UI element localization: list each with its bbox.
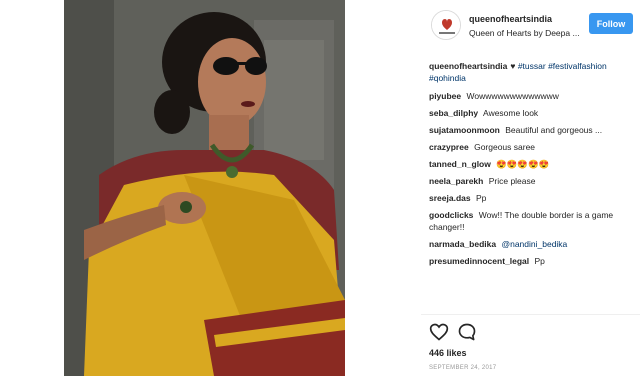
comment-username[interactable]: tanned_n_glow bbox=[429, 159, 491, 169]
comment-username[interactable]: sujatamoonmoon bbox=[429, 125, 500, 135]
comment-username[interactable]: seba_dilphy bbox=[429, 108, 478, 118]
comment: piyubee Wowwwwwwwwwwwww bbox=[429, 90, 634, 102]
post-actions bbox=[429, 322, 634, 344]
caption: queenofheartsindia ♥ #tussar #festivalfas… bbox=[429, 60, 634, 84]
avatar[interactable] bbox=[431, 10, 461, 40]
comment: goodclicks Wow!! The double border is a … bbox=[429, 209, 634, 233]
likes-count[interactable]: 446 likes bbox=[429, 348, 467, 358]
comment-text: Gorgeous saree bbox=[474, 142, 536, 152]
comment-text: Wowwwwwwwwwwwww bbox=[466, 91, 559, 101]
hashtag-tussar[interactable]: #tussar bbox=[518, 61, 546, 71]
divider bbox=[421, 314, 640, 315]
comment-username[interactable]: presumedinnocent_legal bbox=[429, 256, 529, 266]
follow-button[interactable]: Follow bbox=[589, 13, 633, 34]
comment-text: Pp bbox=[475, 193, 487, 203]
comment-text: Beautiful and gorgeous ... bbox=[505, 125, 603, 135]
comment-username[interactable]: narmada_bedika bbox=[429, 239, 496, 249]
comment-username[interactable]: piyubee bbox=[429, 91, 461, 101]
comment: seba_dilphy Awesome look bbox=[429, 107, 634, 119]
post-date: SEPTEMBER 24, 2017 bbox=[429, 365, 497, 371]
comment: sreeja.das Pp bbox=[429, 192, 634, 204]
comment-text: Pp bbox=[534, 256, 545, 266]
hashtag-qohindia[interactable]: #qohindia bbox=[429, 73, 466, 83]
post-header: queenofheartsindia Queen of Hearts by De… bbox=[421, 0, 640, 52]
comment: sujatamoonmoon Beautiful and gorgeous ..… bbox=[429, 124, 634, 136]
comment-username[interactable]: goodclicks bbox=[429, 210, 473, 220]
post-sidebar: queenofheartsindia Queen of Hearts by De… bbox=[421, 0, 640, 376]
post-photo[interactable] bbox=[64, 0, 345, 376]
comments-list: queenofheartsindia ♥ #tussar #festivalfas… bbox=[429, 60, 634, 272]
comment-username[interactable]: neela_parekh bbox=[429, 176, 483, 186]
comment: crazypree Gorgeous saree bbox=[429, 141, 634, 153]
heart-icon[interactable] bbox=[429, 322, 449, 342]
speech-bubble-icon[interactable] bbox=[457, 322, 477, 342]
header-username[interactable]: queenofheartsindia bbox=[469, 14, 552, 24]
comment-username[interactable]: crazypree bbox=[429, 142, 469, 152]
comment-text: 😍😍😍😍😍 bbox=[496, 159, 550, 169]
hashtag-festivalfashion[interactable]: #festivalfashion bbox=[548, 61, 607, 71]
comment: neela_parekh Price please bbox=[429, 175, 634, 187]
comment-mention[interactable]: @nandini_bedika bbox=[501, 239, 567, 249]
brand-logo-icon bbox=[432, 11, 460, 39]
header-subtitle[interactable]: Queen of Hearts by Deepa ... bbox=[469, 28, 580, 38]
caption-heart: ♥ bbox=[510, 61, 516, 71]
comment-username[interactable]: sreeja.das bbox=[429, 193, 471, 203]
comment: narmada_bedika @nandini_bedika bbox=[429, 238, 634, 250]
comment: tanned_n_glow 😍😍😍😍😍 bbox=[429, 158, 634, 170]
comment-text: Price please bbox=[488, 176, 536, 186]
comment: presumedinnocent_legal Pp bbox=[429, 255, 634, 267]
caption-username[interactable]: queenofheartsindia bbox=[429, 61, 507, 71]
saree-model-image bbox=[64, 0, 345, 376]
comment-text: Awesome look bbox=[483, 108, 539, 118]
